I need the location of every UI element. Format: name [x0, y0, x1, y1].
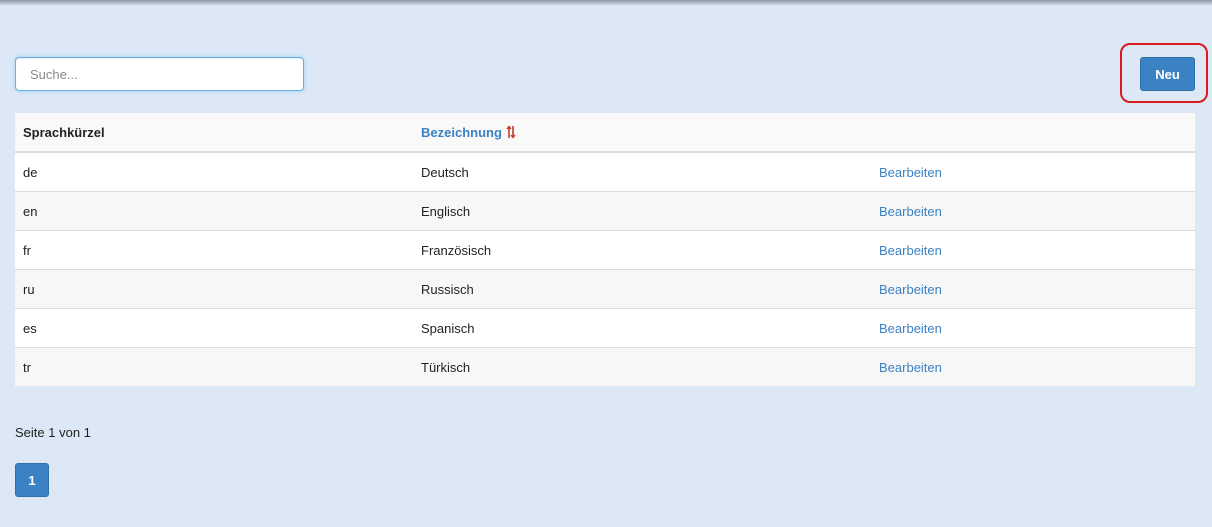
edit-link[interactable]: Bearbeiten [879, 165, 942, 180]
cell-code: fr [15, 230, 413, 270]
cell-name: Französisch [413, 230, 871, 270]
page-1-button[interactable]: 1 [15, 463, 49, 497]
languages-table: Sprachkürzel Bezeichnung de Deutsch Bearbe… [15, 113, 1195, 386]
cell-name: Türkisch [413, 347, 871, 386]
edit-link[interactable]: Bearbeiten [879, 243, 942, 258]
column-header-name[interactable]: Bezeichnung [413, 113, 871, 153]
cell-name: Deutsch [413, 151, 871, 192]
cell-code: de [15, 151, 413, 192]
edit-link[interactable]: Bearbeiten [879, 204, 942, 219]
cell-code: en [15, 191, 413, 231]
cell-action: Bearbeiten [871, 151, 1195, 192]
sort-by-name-link[interactable]: Bezeichnung [421, 125, 502, 140]
page-info: Seite 1 von 1 [15, 425, 91, 440]
sort-icon[interactable] [506, 124, 516, 139]
edit-link[interactable]: Bearbeiten [879, 360, 942, 375]
edit-link[interactable]: Bearbeiten [879, 321, 942, 336]
cell-code: tr [15, 347, 413, 386]
cell-action: Bearbeiten [871, 347, 1195, 386]
table-row: de Deutsch Bearbeiten [15, 151, 1195, 192]
cell-action: Bearbeiten [871, 308, 1195, 348]
top-shadow [0, 0, 1212, 6]
column-header-code: Sprachkürzel [15, 113, 413, 153]
cell-action: Bearbeiten [871, 230, 1195, 270]
cell-action: Bearbeiten [871, 269, 1195, 309]
table-row: fr Französisch Bearbeiten [15, 230, 1195, 270]
search-input[interactable] [15, 57, 304, 91]
edit-link[interactable]: Bearbeiten [879, 282, 942, 297]
cell-action: Bearbeiten [871, 191, 1195, 231]
table-row: ru Russisch Bearbeiten [15, 269, 1195, 309]
table-row: en Englisch Bearbeiten [15, 191, 1195, 231]
cell-code: es [15, 308, 413, 348]
cell-name: Russisch [413, 269, 871, 309]
new-button[interactable]: Neu [1140, 57, 1195, 91]
column-header-actions [871, 113, 1195, 153]
table-row: es Spanisch Bearbeiten [15, 308, 1195, 348]
table-header-row: Sprachkürzel Bezeichnung [15, 113, 1195, 153]
cell-name: Englisch [413, 191, 871, 231]
cell-code: ru [15, 269, 413, 309]
cell-name: Spanisch [413, 308, 871, 348]
table-row: tr Türkisch Bearbeiten [15, 347, 1195, 386]
